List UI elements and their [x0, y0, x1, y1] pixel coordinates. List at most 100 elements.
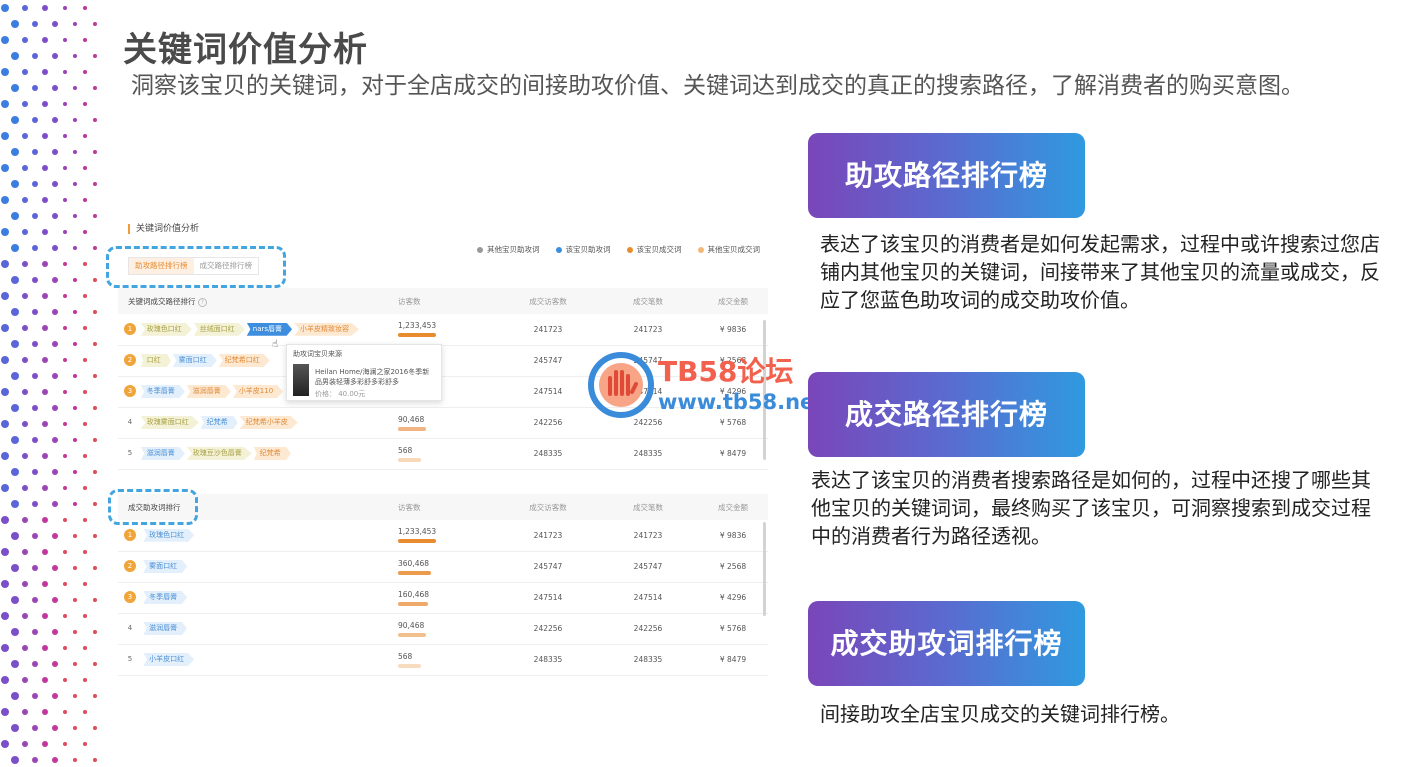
keyword-chip[interactable]: 口红 [140, 354, 171, 367]
legend-item: 其他宝贝助攻词 [477, 244, 540, 255]
decorative-dot [42, 197, 48, 203]
keyword-path-cell: 1 玫瑰色口红 丝绒面口红 nars唇膏 小羊皮精致妆容 [118, 314, 398, 346]
decorative-dot [1, 164, 9, 172]
keyword-chip[interactable]: nars唇膏 [246, 322, 293, 336]
decorative-dot [63, 582, 67, 586]
card-deal-assist-title: 成交助攻词排行榜 [808, 601, 1085, 686]
rank-medal-icon: 3 [124, 385, 136, 397]
decorative-dot [52, 181, 58, 187]
keyword-chip[interactable]: 雾面口红 [172, 354, 217, 367]
keyword-chip[interactable]: 冬季唇膏 [143, 591, 188, 604]
orders-cell: 241723 [598, 314, 698, 346]
decorative-dot [52, 373, 58, 379]
table-row[interactable]: 5 小羊皮口红 568 248335 248335 ¥ 8479 [118, 644, 768, 676]
tooltip-product[interactable]: Heilan Home/海澜之家2016冬季新品男装轻薄多彩舒多彩舒多 [315, 367, 435, 387]
decorative-dot [1, 740, 9, 748]
keyword-chip[interactable]: 小羊皮精致妆容 [294, 322, 360, 336]
decorative-dot [52, 629, 58, 635]
keyword-chip[interactable]: 滋润唇膏 [140, 447, 185, 460]
decorative-dot [52, 469, 58, 475]
decorative-dot [11, 308, 19, 316]
decorative-dot [22, 677, 28, 683]
decorative-dot [73, 758, 77, 762]
visitors-bar [398, 570, 431, 575]
decorative-dot [11, 404, 19, 412]
buyers-cell: 242256 [498, 613, 598, 645]
decorative-dot [22, 645, 28, 651]
visitors-value: 360,468 [398, 558, 430, 568]
decorative-dot [83, 102, 87, 106]
decorative-dot [93, 118, 97, 122]
keyword-chip[interactable]: 纪梵希 [253, 447, 291, 460]
decorative-dot [42, 261, 48, 267]
assist-keyword-cell: 2 雾面口红 [118, 551, 398, 583]
decorative-dot [73, 182, 77, 186]
decorative-dot [93, 182, 97, 186]
decorative-dot [63, 134, 67, 138]
decorative-dot [32, 693, 38, 699]
keyword-chip[interactable]: 纪梵希小羊皮 [239, 416, 298, 429]
rank-number: 5 [127, 449, 133, 457]
table-row[interactable]: 1 玫瑰色口红 丝绒面口红 nars唇膏 小羊皮精致妆容 1,233,453 241723… [118, 314, 768, 346]
keyword-chip[interactable]: 丝绒面口红 [193, 322, 245, 336]
decorative-dot [32, 117, 38, 123]
decorative-dot [1, 452, 9, 460]
decorative-dot [83, 486, 87, 490]
decorative-dot [1, 4, 9, 12]
table-row[interactable]: 2 雾面口红 360,468 245747 245747 ¥ 2568 [118, 551, 768, 583]
keyword-chip[interactable]: 玫瑰豆沙色唇膏 [186, 447, 252, 460]
decorative-dot [32, 501, 38, 507]
decorative-dot [73, 726, 77, 730]
decorative-dot [32, 181, 38, 187]
visitors-value: 568 [398, 445, 413, 455]
keyword-chip[interactable]: 玫瑰色口红 [140, 322, 192, 336]
decorative-dot [32, 373, 38, 379]
keyword-chip[interactable]: 冬季唇膏 [140, 385, 185, 398]
assist-keyword-cell: 4 滋润唇膏 [118, 613, 398, 645]
decorative-dot [73, 598, 77, 602]
rank-medal-icon: 2 [124, 354, 136, 366]
keyword-chip[interactable]: 雾面口红 [143, 560, 188, 573]
col-header: 成交访客数 [498, 288, 598, 314]
scrollbar[interactable] [763, 522, 766, 616]
visitors-value: 1,233,453 [398, 321, 437, 331]
decorative-dot [42, 5, 48, 11]
keyword-chip[interactable]: 玫瑰色口红 [143, 528, 195, 542]
assist-source-tooltip: 助攻词宝贝来源 Heilan Home/海澜之家2016冬季新品男装轻薄多彩舒多… [286, 344, 442, 401]
table-row[interactable]: 5 滋润唇膏 玫瑰豆沙色唇膏 纪梵希 568 248335 248335 ¥ 8479 [118, 438, 768, 470]
decorative-dot [63, 646, 67, 650]
keyword-chip[interactable]: 玫瑰雾面口红 [140, 416, 199, 429]
keyword-path-cell: 4 玫瑰雾面口红 纪梵希 纪梵希小羊皮 [118, 407, 398, 439]
visitors-bar [398, 457, 421, 462]
decorative-dot [11, 180, 19, 188]
keyword-chip[interactable]: 小羊皮口红 [143, 653, 195, 666]
table-row[interactable]: 1 玫瑰色口红 1,233,453 241723 241723 ¥ 9836 [118, 520, 768, 552]
buyers-cell: 245747 [498, 345, 598, 377]
decorative-dot [63, 38, 67, 42]
keyword-chip[interactable]: 滋润唇膏 [143, 622, 188, 635]
rank-number: 4 [127, 624, 133, 632]
col-header: 访客数 [398, 288, 498, 314]
keyword-chip[interactable]: 纪梵希口红 [218, 354, 270, 367]
keyword-chip[interactable]: 小羊皮110 [232, 385, 284, 398]
table-row[interactable]: 3 冬季唇膏 160,468 247514 247514 ¥ 4296 [118, 582, 768, 614]
col-header: 成交金额 [698, 288, 768, 314]
decorative-dot [11, 84, 19, 92]
keyword-chip[interactable]: 滋润唇膏 [186, 385, 231, 398]
decorative-dot [83, 198, 87, 202]
decorative-dot [22, 357, 28, 363]
orders-cell: 241723 [598, 520, 698, 552]
decorative-dot [93, 566, 97, 570]
keyword-chip[interactable]: 纪梵希 [200, 416, 238, 429]
decorative-dot [1, 36, 9, 44]
decorative-dot [32, 725, 38, 731]
decorative-dot [1, 644, 9, 652]
decorative-dot [22, 197, 28, 203]
help-icon[interactable]: ? [197, 297, 207, 307]
decorative-dot [52, 309, 58, 315]
decorative-dot [73, 534, 77, 538]
table-row[interactable]: 4 滋润唇膏 90,468 242256 242256 ¥ 5768 [118, 613, 768, 645]
buyers-cell: 245747 [498, 551, 598, 583]
decorative-dot [73, 86, 77, 90]
decorative-dot [22, 325, 28, 331]
